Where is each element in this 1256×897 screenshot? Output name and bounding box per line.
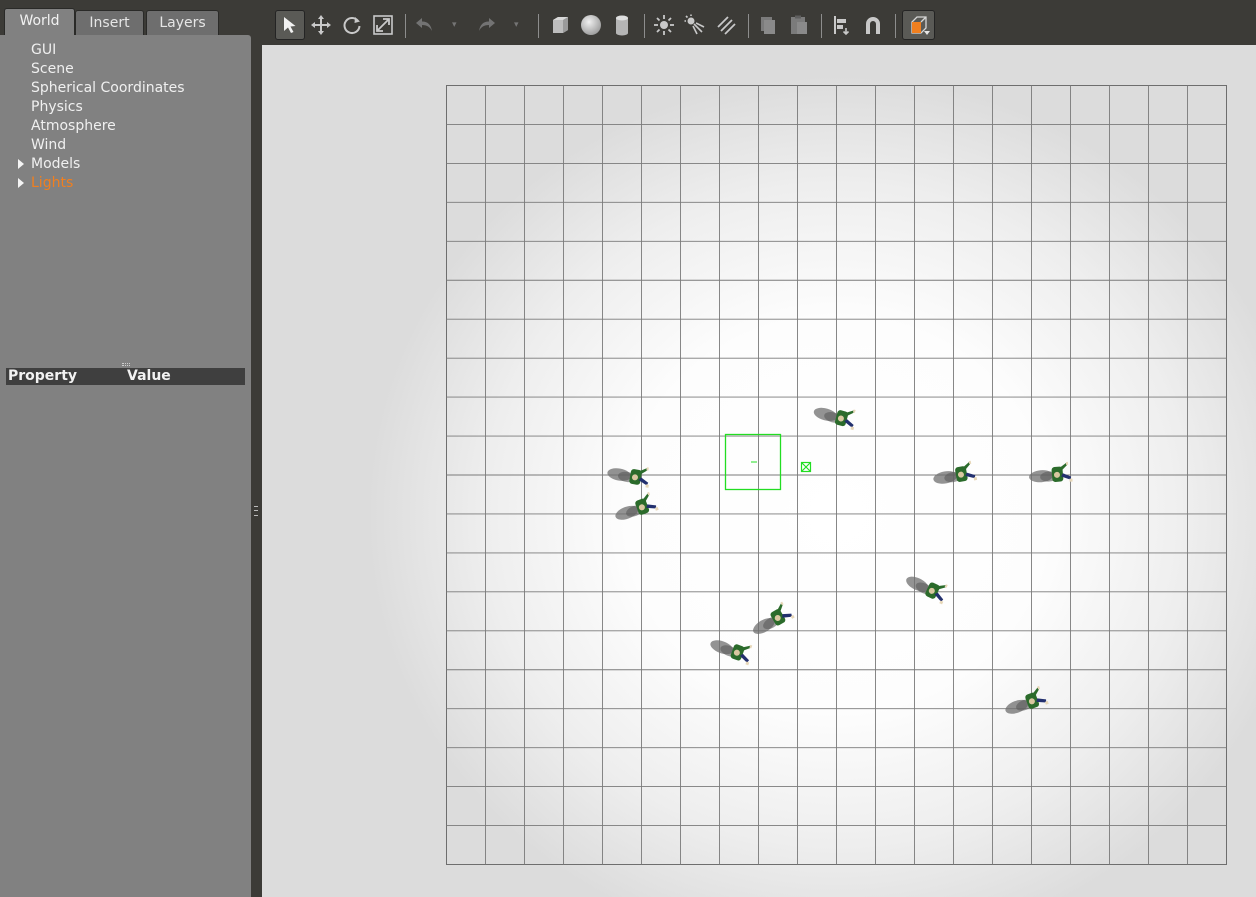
origin-marker-icon	[800, 461, 812, 473]
paste-icon[interactable]	[784, 10, 814, 40]
toolbar-separator	[895, 14, 896, 38]
align-icon[interactable]	[827, 10, 857, 40]
scale-icon[interactable]	[368, 10, 398, 40]
toolbar-separator	[748, 14, 749, 38]
toolbar-separator	[405, 14, 406, 38]
3d-viewport[interactable]	[262, 45, 1256, 897]
expand-arrow-icon[interactable]	[18, 159, 24, 169]
panel-splitter-handle[interactable]	[122, 363, 130, 366]
property-table-header: Property Value	[6, 368, 245, 385]
rotate-icon[interactable]	[337, 10, 367, 40]
tab-layers[interactable]: Layers	[146, 10, 219, 36]
actor-figure[interactable]	[707, 631, 756, 666]
ground-grid	[446, 85, 1227, 865]
point-light-icon[interactable]	[649, 10, 679, 40]
spot-light-icon[interactable]	[680, 10, 710, 40]
selection-box	[724, 433, 782, 491]
actor-figure[interactable]	[931, 460, 978, 488]
splitter-grip-icon[interactable]	[254, 506, 258, 516]
copy-icon[interactable]	[753, 10, 783, 40]
expand-arrow-icon[interactable]	[18, 178, 24, 188]
actor-figure[interactable]	[747, 600, 795, 639]
box-shape-icon[interactable]	[545, 10, 575, 40]
view-angle-icon[interactable]	[902, 10, 935, 40]
vertical-splitter[interactable]	[252, 0, 262, 897]
actor-figure[interactable]	[611, 490, 659, 525]
actor-figure[interactable]	[811, 399, 859, 431]
actor-figure[interactable]	[1001, 684, 1049, 719]
toolbar-separator	[644, 14, 645, 38]
tab-world[interactable]: World	[4, 8, 75, 36]
tree-item-models[interactable]: Models	[31, 155, 80, 174]
cylinder-shape-icon[interactable]	[607, 10, 637, 40]
tab-insert[interactable]: Insert	[75, 10, 144, 36]
redo-icon[interactable]	[471, 10, 501, 40]
tree-item-gui[interactable]: GUI	[31, 41, 56, 60]
scene-canvas[interactable]	[262, 45, 1256, 897]
undo-icon[interactable]	[410, 10, 440, 40]
tree-item-lights[interactable]: Lights	[31, 174, 73, 193]
property-column-header: Property	[8, 368, 78, 384]
undo-history-icon[interactable]: ▾	[452, 20, 457, 30]
tree-item-wind[interactable]: Wind	[31, 136, 66, 155]
directional-light-icon[interactable]	[711, 10, 741, 40]
sphere-shape-icon[interactable]	[576, 10, 606, 40]
actor-figure[interactable]	[903, 568, 951, 605]
redo-history-icon[interactable]: ▾	[514, 20, 519, 30]
select-arrow-icon[interactable]	[275, 10, 305, 40]
left-panel: World Insert Layers GUI Scene Spherical …	[0, 0, 262, 897]
tree-item-atmosphere[interactable]: Atmosphere	[31, 117, 116, 136]
tree-item-scene[interactable]: Scene	[31, 60, 74, 79]
snap-magnet-icon[interactable]	[858, 10, 888, 40]
tree-item-spherical-coordinates[interactable]: Spherical Coordinates	[31, 79, 185, 98]
toolbar-separator	[821, 14, 822, 38]
toolbar-separator	[538, 14, 539, 38]
tree-item-physics[interactable]: Physics	[31, 98, 83, 117]
value-column-header: Value	[127, 368, 171, 384]
translate-icon[interactable]	[306, 10, 336, 40]
actor-figure[interactable]	[1028, 461, 1073, 486]
world-tree-panel: GUI Scene Spherical Coordinates Physics …	[0, 35, 251, 897]
actor-figure[interactable]	[606, 460, 652, 488]
toolbar: ▾ ▾	[262, 6, 1256, 45]
